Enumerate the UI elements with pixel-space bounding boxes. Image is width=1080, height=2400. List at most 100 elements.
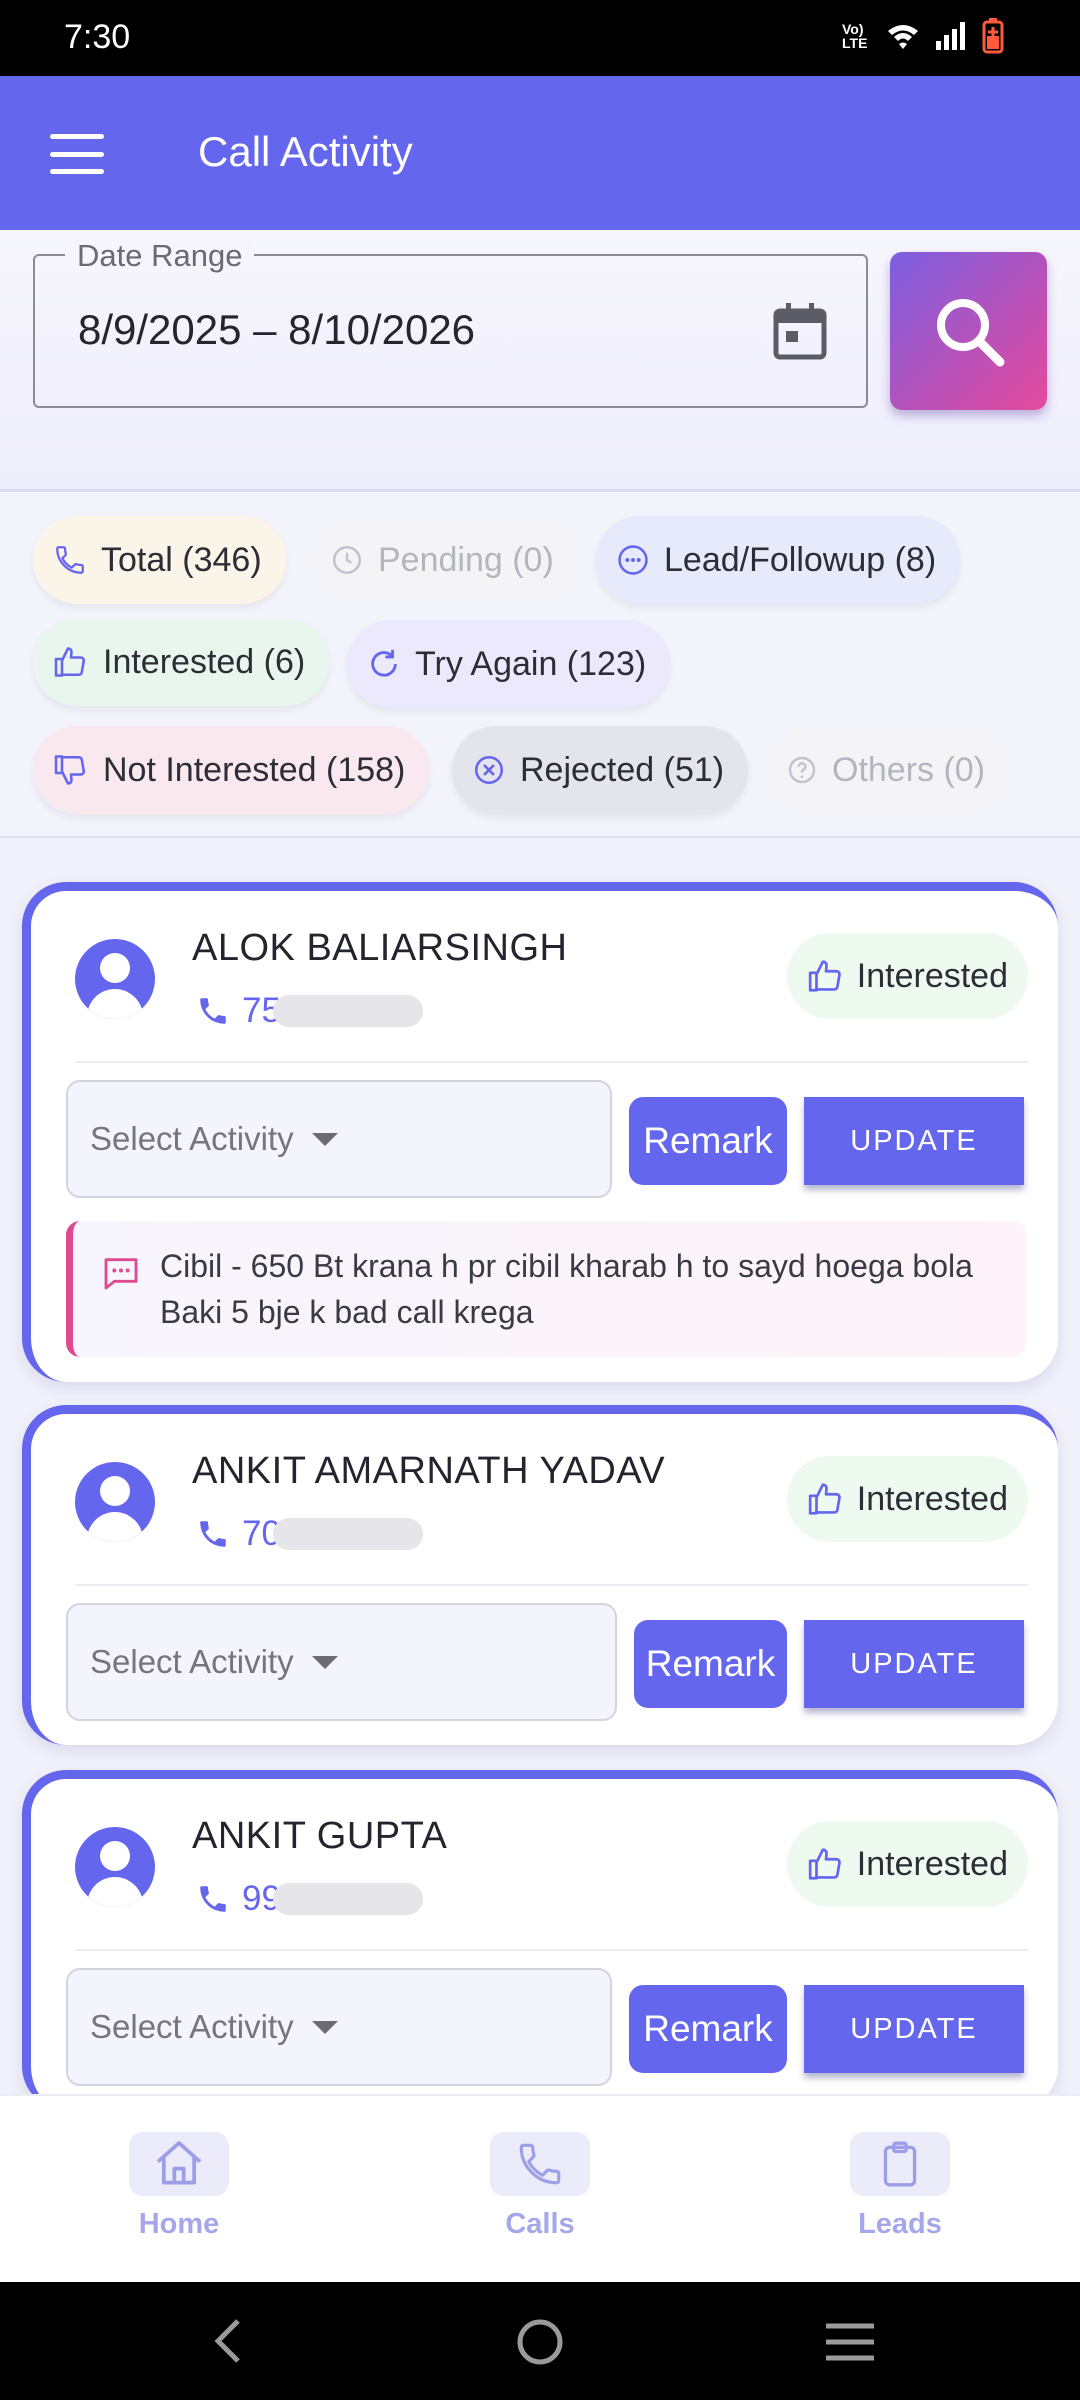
home-icon	[129, 2132, 229, 2196]
app-bar: Call Activity	[0, 76, 1080, 230]
chip-label: Try Again (123)	[415, 644, 647, 683]
status-label: Interested	[856, 1479, 1008, 1518]
avatar-icon	[75, 1827, 155, 1907]
nav-calls-label: Calls	[505, 2208, 575, 2240]
menu-icon[interactable]	[50, 134, 104, 174]
phone-icon	[200, 998, 226, 1024]
thumbs-up-icon	[808, 960, 841, 992]
remark-note: Cibil - 650 Bt krana h pr cibil kharab h…	[66, 1221, 1026, 1357]
date-range-field[interactable]: Date Range 8/9/2025 – 8/10/2026	[33, 238, 868, 408]
chip-total[interactable]: Total (346)	[33, 516, 286, 604]
lead-card: ANKIT GUPTA 99 Interested Select Activit…	[22, 1770, 1058, 2110]
signal-icon	[936, 22, 965, 50]
recent-apps-icon[interactable]	[824, 2320, 876, 2364]
clock-icon	[332, 545, 362, 575]
chip-label: Pending (0)	[378, 540, 554, 579]
lead-phone[interactable]: 70	[196, 1514, 423, 1554]
battery-icon	[982, 18, 1004, 54]
status-icons: Vo) LTE	[842, 18, 1004, 54]
chip-label: Lead/Followup (8)	[664, 540, 937, 579]
page-title: Call Activity	[198, 128, 413, 175]
nav-home[interactable]: Home	[99, 2132, 259, 2241]
avatar-icon	[75, 939, 155, 1019]
avatar-icon	[75, 1462, 155, 1542]
help-icon	[788, 756, 816, 784]
chip-interested[interactable]: Interested (6)	[33, 618, 330, 706]
thumbs-up-icon	[808, 1848, 841, 1880]
lead-name: ANKIT AMARNATH YADAV	[192, 1450, 666, 1492]
status-badge: Interested	[786, 1456, 1028, 1542]
remark-button[interactable]: Remark	[629, 1097, 787, 1185]
chip-label: Rejected (51)	[520, 750, 725, 789]
date-range-value: 8/9/2025 – 8/10/2026	[78, 306, 476, 353]
chip-label: Not Interested (158)	[103, 750, 406, 789]
caret-down-icon	[311, 1132, 338, 1146]
refresh-icon	[371, 649, 397, 677]
chip-not-interested[interactable]: Not Interested (158)	[33, 726, 430, 814]
activity-select[interactable]: Select Activity	[66, 1968, 612, 2086]
nav-home-label: Home	[138, 2208, 220, 2240]
activity-select[interactable]: Select Activity	[66, 1603, 617, 1721]
lead-name: ANKIT GUPTA	[192, 1815, 448, 1857]
caret-down-icon	[311, 1655, 338, 1669]
divider	[75, 1949, 1028, 1951]
thumbs-up-icon	[808, 1483, 841, 1515]
thumbs-up-icon	[54, 647, 86, 677]
remark-text: Cibil - 650 Bt krana h pr cibil kharab h…	[160, 1248, 973, 1330]
activity-select-placeholder: Select Activity	[90, 1643, 294, 1680]
status-badge: Interested	[786, 933, 1028, 1019]
lead-name: ALOK BALIARSINGH	[192, 927, 568, 969]
date-range-label: Date Range	[65, 238, 255, 274]
wifi-icon	[888, 25, 918, 49]
status-label: Interested	[856, 1844, 1008, 1883]
activity-select-placeholder: Select Activity	[90, 1120, 294, 1157]
phone-icon	[200, 1521, 226, 1547]
update-button[interactable]: UPDATE	[804, 1985, 1024, 2073]
remark-button[interactable]: Remark	[634, 1620, 787, 1708]
phone-icon	[490, 2132, 590, 2196]
chip-label: Total (346)	[101, 540, 262, 579]
activity-select-placeholder: Select Activity	[90, 2008, 294, 2045]
lead-card: ALOK BALIARSINGH 75 Interested Select Ac…	[22, 882, 1058, 1382]
clipboard-icon	[850, 2132, 950, 2196]
status-badge: Interested	[786, 1821, 1028, 1907]
divider	[75, 1584, 1028, 1586]
remark-button[interactable]: Remark	[629, 1985, 787, 2073]
chip-try-again[interactable]: Try Again (123)	[347, 620, 671, 708]
chip-pending[interactable]: Pending (0)	[310, 516, 578, 604]
volte-icon: Vo) LTE	[842, 21, 868, 51]
update-button[interactable]: UPDATE	[804, 1097, 1024, 1185]
system-navigation-bar	[0, 2282, 1080, 2400]
thumbs-down-icon	[54, 755, 86, 785]
cancel-icon	[474, 755, 504, 785]
phone-icon	[56, 546, 84, 574]
chip-lead-followup[interactable]: Lead/Followup (8)	[596, 516, 961, 604]
nav-calls[interactable]: Calls	[460, 2132, 620, 2241]
calendar-icon[interactable]	[772, 301, 828, 361]
bottom-navigation: Home Calls Leads	[0, 2094, 1080, 2282]
chip-rejected[interactable]: Rejected (51)	[452, 726, 749, 814]
status-label: Interested	[856, 956, 1008, 995]
activity-select[interactable]: Select Activity	[66, 1080, 612, 1198]
update-button[interactable]: UPDATE	[804, 1620, 1024, 1708]
chip-label: Interested (6)	[103, 642, 306, 681]
divider	[75, 1061, 1028, 1063]
status-time: 7:30	[64, 18, 131, 56]
search-icon	[936, 299, 1004, 367]
phone-icon	[200, 1886, 226, 1912]
lead-phone[interactable]: 75	[196, 991, 423, 1031]
chat-icon	[618, 545, 648, 575]
chip-label: Others (0)	[832, 750, 986, 789]
nav-leads-label: Leads	[858, 2208, 942, 2240]
lead-phone[interactable]: 99	[196, 1879, 423, 1919]
nav-leads[interactable]: Leads	[820, 2132, 980, 2241]
lead-card: ANKIT AMARNATH YADAV 70 Interested Selec…	[22, 1405, 1058, 1745]
search-button[interactable]	[890, 252, 1047, 410]
status-bar: 7:30 Vo) LTE	[0, 0, 1080, 76]
comment-icon	[104, 1258, 138, 1290]
caret-down-icon	[311, 2020, 338, 2034]
filter-panel: Date Range 8/9/2025 – 8/10/2026	[0, 230, 1080, 492]
chip-others[interactable]: Others (0)	[766, 726, 1010, 814]
back-icon[interactable]	[208, 2316, 248, 2366]
home-circle-icon[interactable]	[514, 2316, 566, 2368]
